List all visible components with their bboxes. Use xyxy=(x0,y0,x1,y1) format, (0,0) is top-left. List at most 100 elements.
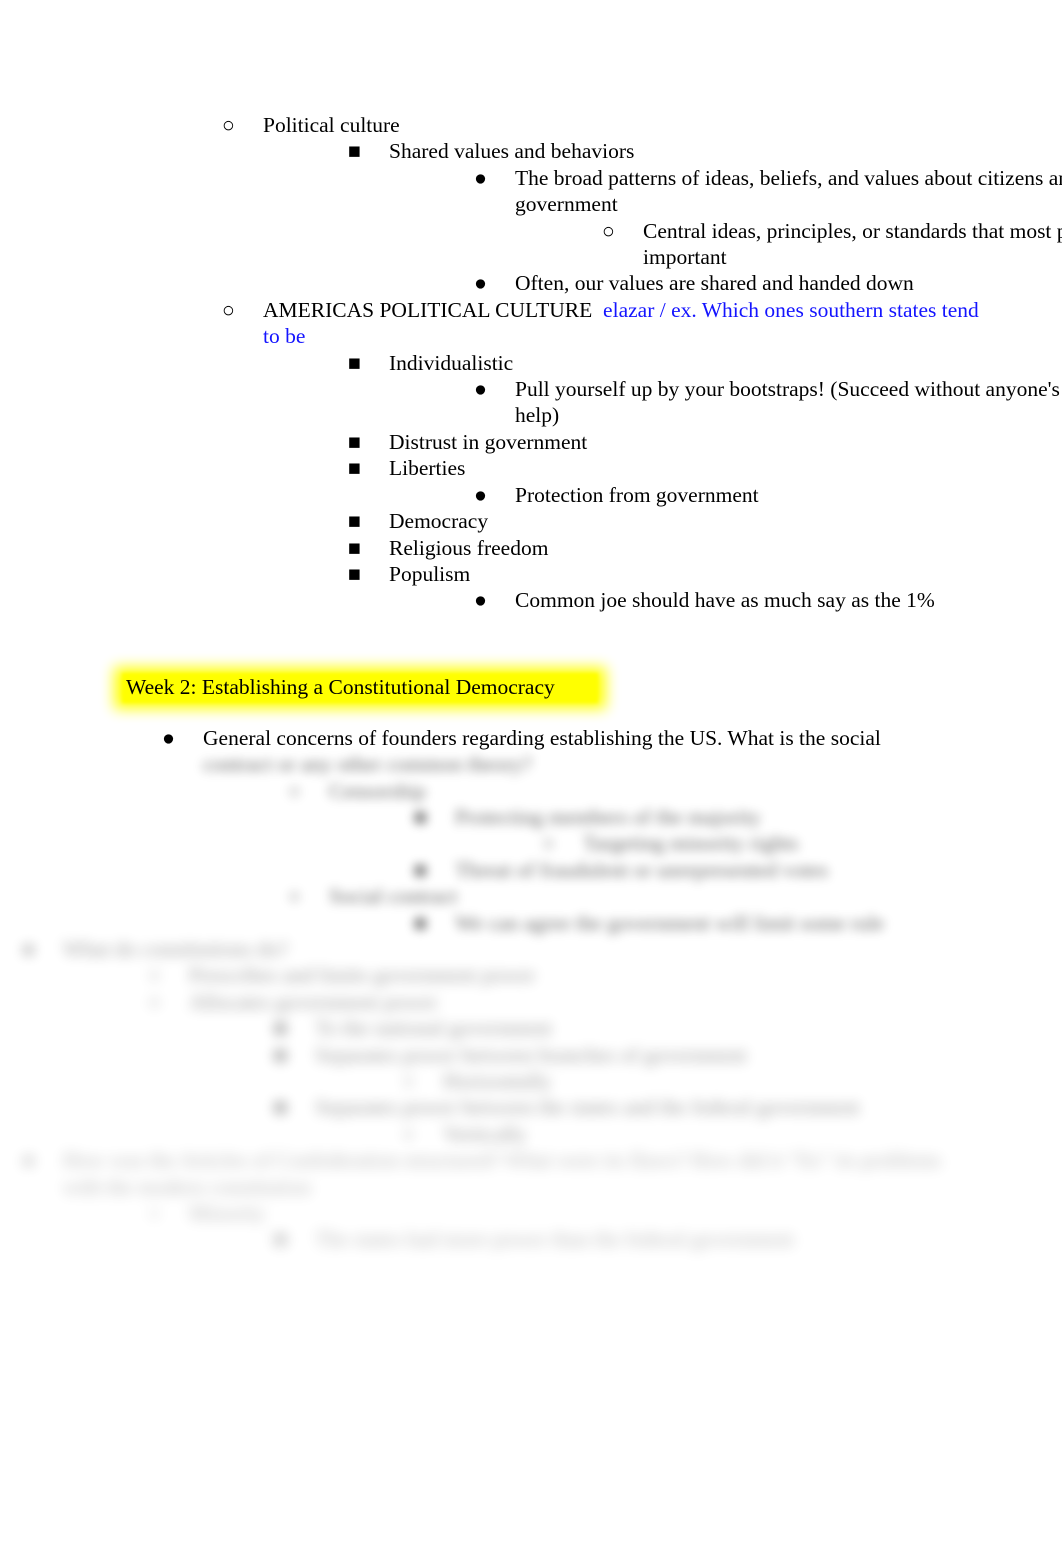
outline-level-3: ● Protection from government xyxy=(389,482,983,508)
list-item-label: Liberties xyxy=(389,456,466,481)
list-item: ■ Shared values and behaviors ● The broa… xyxy=(326,138,1062,296)
list-item: ○ Social contract ■ We can agree the gov… xyxy=(266,883,963,936)
outline-level-3: ■ The states had more power than the fed… xyxy=(189,1226,943,1252)
outline-level-2: ■ Shared values and behaviors ● The broa… xyxy=(263,138,1062,296)
outline-level-2: ○ Prescribes and limits government power… xyxy=(63,962,1062,1147)
blurred-line: Allocates government power xyxy=(189,989,438,1014)
outline-section-one: ○ Political culture ■ Shared values and … xyxy=(0,112,1062,614)
circle-bullet-icon: ○ xyxy=(542,831,555,856)
blurred-line: Social contract xyxy=(329,884,458,909)
outline-section-two: ● General concerns of founders regarding… xyxy=(0,725,1062,1253)
list-item: ■ Populism ● Common joe should have as m… xyxy=(326,561,983,614)
outline-level-2: ■ Individualistic ● Pull yourself up by … xyxy=(263,350,1060,614)
list-item: ○ Vertically xyxy=(380,1121,1062,1147)
blurred-line: Separates power between branches of gove… xyxy=(315,1042,747,1067)
circle-bullet-icon: ○ xyxy=(148,1201,161,1226)
square-bullet-icon: ■ xyxy=(348,456,361,481)
list-item: ● What do constitutions do? ○ Prescribes… xyxy=(0,936,1062,1147)
list-item: ■ Separates power between branches of go… xyxy=(252,1042,1062,1095)
disc-bullet-icon: ● xyxy=(22,936,35,961)
disc-bullet-icon: ● xyxy=(474,271,487,296)
outline-level-3: ● Common joe should have as much say as … xyxy=(389,587,983,613)
blurred-line: We can agree the government will limit s… xyxy=(455,910,885,935)
blurred-line: Vertically xyxy=(443,1121,527,1146)
outline-level-4: ○ Central ideas, principles, or standard… xyxy=(515,218,1062,271)
list-item-label: Democracy xyxy=(389,509,489,534)
list-item-label: AMERICAS POLITICAL CULTURE elazar / ex. … xyxy=(263,297,983,350)
outline-level-3: ● The broad patterns of ideas, beliefs, … xyxy=(389,165,1062,297)
list-item: ● How was the Articles of Confederation … xyxy=(0,1147,943,1253)
list-item: ● General concerns of founders regarding… xyxy=(140,725,963,936)
list-item: ■ Distrust in government xyxy=(326,429,983,455)
outline-level-3: ● Pull yourself up by your bootstraps! (… xyxy=(389,376,1060,429)
circle-bullet-icon: ○ xyxy=(222,113,235,137)
disc-bullet-icon: ● xyxy=(474,588,487,613)
outline-level-4: ○ Vertically xyxy=(315,1121,1062,1147)
outline-level-4: ○ Horizontally xyxy=(315,1068,1062,1094)
section-two-preview: ● General concerns of founders regarding… xyxy=(0,725,1062,1253)
list-item: ■ Separates power between the states and… xyxy=(252,1094,1062,1147)
blurred-line: Prescribes and limits government power xyxy=(189,963,536,988)
blurred-line: contract or any other common theory? xyxy=(203,752,532,777)
list-item: ■ Religious freedom xyxy=(326,535,983,561)
blurred-line: What do constitutions do? xyxy=(63,936,289,961)
square-bullet-icon: ■ xyxy=(414,857,427,882)
list-item: ● Pull yourself up by your bootstraps! (… xyxy=(452,376,1060,429)
square-bullet-icon: ■ xyxy=(348,535,361,560)
list-item-label: Distrust in government xyxy=(389,429,588,454)
list-item: ○ Censorship ■ Protecting members of the… xyxy=(266,778,963,884)
list-item: ● Protection from government xyxy=(452,482,983,508)
circle-bullet-icon: ○ xyxy=(602,218,615,243)
disc-bullet-icon: ● xyxy=(474,165,487,190)
list-item: ■ Democracy xyxy=(326,508,983,534)
square-bullet-icon: ■ xyxy=(348,561,361,586)
list-item: ● Often, our values are shared and hande… xyxy=(452,270,1062,296)
circle-bullet-icon: ○ xyxy=(148,963,161,988)
list-item-label: Shared values and behaviors xyxy=(389,139,635,164)
disc-bullet-icon: ● xyxy=(474,482,487,507)
list-item: ■ Protecting members of the majority ○ T… xyxy=(392,804,963,857)
list-item-label: Common joe should have as much say as th… xyxy=(515,588,935,613)
list-item-label: Central ideas, principles, or standards … xyxy=(643,218,1062,270)
list-item-label: General concerns of founders regarding e… xyxy=(203,725,881,750)
square-bullet-icon: ■ xyxy=(274,1016,287,1041)
blurred-line: Censorship xyxy=(329,778,426,803)
list-item-label: Populism xyxy=(389,561,471,586)
list-item-label: Often, our values are shared and handed … xyxy=(515,271,914,296)
week-2-heading: Week 2: Establishing a Constitutional De… xyxy=(114,666,1062,709)
list-item: ○ Prescribes and limits government power xyxy=(126,962,1062,988)
list-item-label: The broad patterns of ideas, beliefs, an… xyxy=(515,165,1062,217)
square-bullet-icon: ■ xyxy=(348,509,361,534)
blurred-line: Targeting minority rights xyxy=(583,831,799,856)
list-item-label: Religious freedom xyxy=(389,535,549,560)
square-bullet-icon: ■ xyxy=(414,910,427,935)
list-item: ■ Liberties ● Protection from government xyxy=(326,455,983,508)
square-bullet-icon: ■ xyxy=(348,139,361,164)
square-bullet-icon: ■ xyxy=(348,429,361,454)
list-item: ■ Threat of fraudulent or unrepresented … xyxy=(392,857,963,883)
circle-bullet-icon: ○ xyxy=(288,884,301,909)
outline-level-3: ■ To the national government ■ Separates… xyxy=(189,1015,1062,1147)
circle-bullet-icon: ○ xyxy=(222,297,235,322)
list-item: ■ We can agree the government will limit… xyxy=(392,910,963,936)
outline-level-3: ■ We can agree the government will limit… xyxy=(329,910,963,936)
square-bullet-icon: ■ xyxy=(274,1227,287,1252)
list-item: ■ To the national government xyxy=(252,1015,1062,1041)
circle-bullet-icon: ○ xyxy=(288,778,301,803)
list-item: ○ Allocates government power ■ To the na… xyxy=(126,989,1062,1147)
circle-bullet-icon: ○ xyxy=(402,1121,415,1146)
list-item-label: Political culture xyxy=(263,113,400,137)
list-item: ○ Horizontally xyxy=(380,1068,1062,1094)
blurred-line: Horizontally xyxy=(443,1069,552,1093)
document-page: ○ Political culture ■ Shared values and … xyxy=(0,0,1062,1561)
outline-level-2: ○ Minority ■ The states had more power t… xyxy=(63,1200,943,1253)
blurred-line: How was the Articles of Confederation st… xyxy=(63,1148,942,1199)
blurred-line: The states had more power than the feder… xyxy=(315,1227,794,1252)
outline-level-2: ○ Censorship ■ Protecting members of the… xyxy=(203,778,963,936)
blurred-line: Minority xyxy=(189,1201,266,1226)
disc-bullet-icon: ● xyxy=(162,725,175,750)
list-item: ○ Minority ■ The states had more power t… xyxy=(126,1200,943,1253)
list-item-label: Individualistic xyxy=(389,350,514,375)
outline-level-4: ○ Targeting minority rights xyxy=(455,830,963,856)
list-item: ○ Central ideas, principles, or standard… xyxy=(580,218,1062,271)
